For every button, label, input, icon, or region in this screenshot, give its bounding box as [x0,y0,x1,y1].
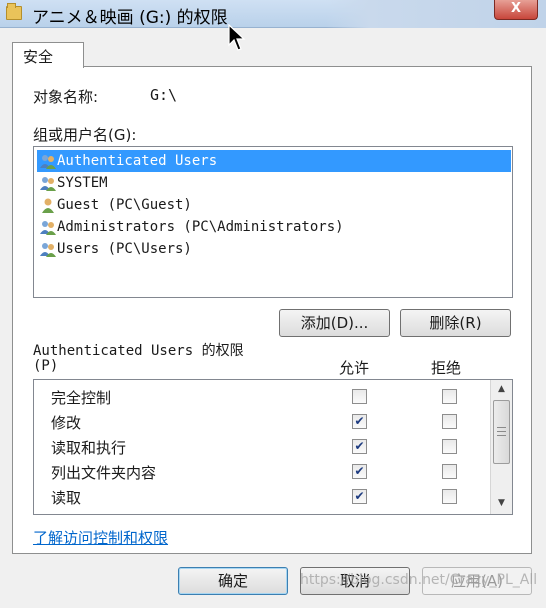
permission-row-read: 读取 ✔ [34,484,489,509]
allow-column-header: 允许 [339,359,370,377]
scrollbar-thumb[interactable] [493,400,510,464]
user-icon [42,198,54,213]
tab-security[interactable]: 安全 [12,42,84,68]
user-group-icon [40,243,56,257]
permission-name: 写入 [51,512,81,514]
permission-row-full-control: 完全控制 [34,384,489,409]
deny-column-header: 拒绝 [431,359,462,377]
deny-checkbox[interactable] [442,389,457,404]
deny-checkbox[interactable] [442,514,457,515]
user-label: SYSTEM [57,175,108,191]
object-name-label: 对象名称: [33,88,99,106]
permission-row-list-folder: 列出文件夹内容 ✔ [34,459,489,484]
allow-checkbox[interactable] [352,389,367,404]
allow-checkbox[interactable]: ✔ [352,439,367,454]
allow-checkbox[interactable]: ✔ [352,489,367,504]
permission-row-modify: 修改 ✔ [34,409,489,434]
permissions-list: 完全控制 修改 ✔ 读取和执行 ✔ 列出文件夹内容 ✔ 读取 ✔ 写入 ✔ ▲ … [33,379,513,515]
allow-checkbox[interactable]: ✔ [352,514,367,515]
deny-checkbox[interactable] [442,414,457,429]
permission-row-read-execute: 读取和执行 ✔ [34,434,489,459]
remove-button[interactable]: 删除(R) [400,309,511,337]
groups-label: 组或用户名(G): [33,126,137,144]
scroll-up-arrow-icon[interactable]: ▲ [491,381,512,398]
permissions-scrollbar[interactable]: ▲ ▼ [490,380,512,514]
user-group-icon [40,177,56,191]
permission-name: 修改 [51,414,82,432]
add-button[interactable]: 添加(D)... [279,309,390,337]
deny-checkbox[interactable] [442,464,457,479]
list-item-authenticated-users[interactable]: Authenticated Users [37,150,511,172]
user-group-icon [40,221,56,235]
list-item-guest[interactable]: Guest (PC\Guest) [37,194,511,216]
scroll-down-arrow-icon[interactable]: ▼ [491,495,512,512]
user-label: Guest (PC\Guest) [57,197,192,213]
permission-name: 读取和执行 [51,439,127,457]
allow-checkbox[interactable]: ✔ [352,414,367,429]
access-control-help-link[interactable]: 了解访问控制和权限 [33,527,168,548]
permissions-label: Authenticated Users 的权限 [33,343,244,359]
permissions-label-accesskey: (P) [33,358,59,374]
mouse-cursor-icon [228,24,246,51]
user-label: Authenticated Users [57,153,218,169]
object-name-value: G:\ [150,86,178,104]
close-button[interactable]: X [494,0,538,20]
folder-icon [6,3,22,20]
user-list[interactable]: Authenticated Users SYSTEM Guest (PC\Gue… [33,146,513,298]
user-label: Administrators (PC\Administrators) [57,219,344,235]
window-title: アニメ＆映画 (G:) 的权限 [32,8,228,28]
permission-name: 完全控制 [51,389,112,407]
title-bar[interactable]: アニメ＆映画 (G:) 的权限 X [0,0,546,28]
watermark-text: https://blog.csdn.net/Crazy_PL_All [300,572,538,588]
ok-button[interactable]: 确定 [178,567,288,595]
deny-checkbox[interactable] [442,439,457,454]
list-item-users[interactable]: Users (PC\Users) [37,238,511,260]
permission-row-write: 写入 ✔ [34,509,489,515]
list-item-system[interactable]: SYSTEM [37,172,511,194]
permission-name: 列出文件夹内容 [51,464,157,482]
user-group-icon [40,155,56,169]
permission-name: 读取 [51,489,82,507]
allow-checkbox[interactable]: ✔ [352,464,367,479]
user-label: Users (PC\Users) [57,241,192,257]
deny-checkbox[interactable] [442,489,457,504]
list-item-administrators[interactable]: Administrators (PC\Administrators) [37,216,511,238]
